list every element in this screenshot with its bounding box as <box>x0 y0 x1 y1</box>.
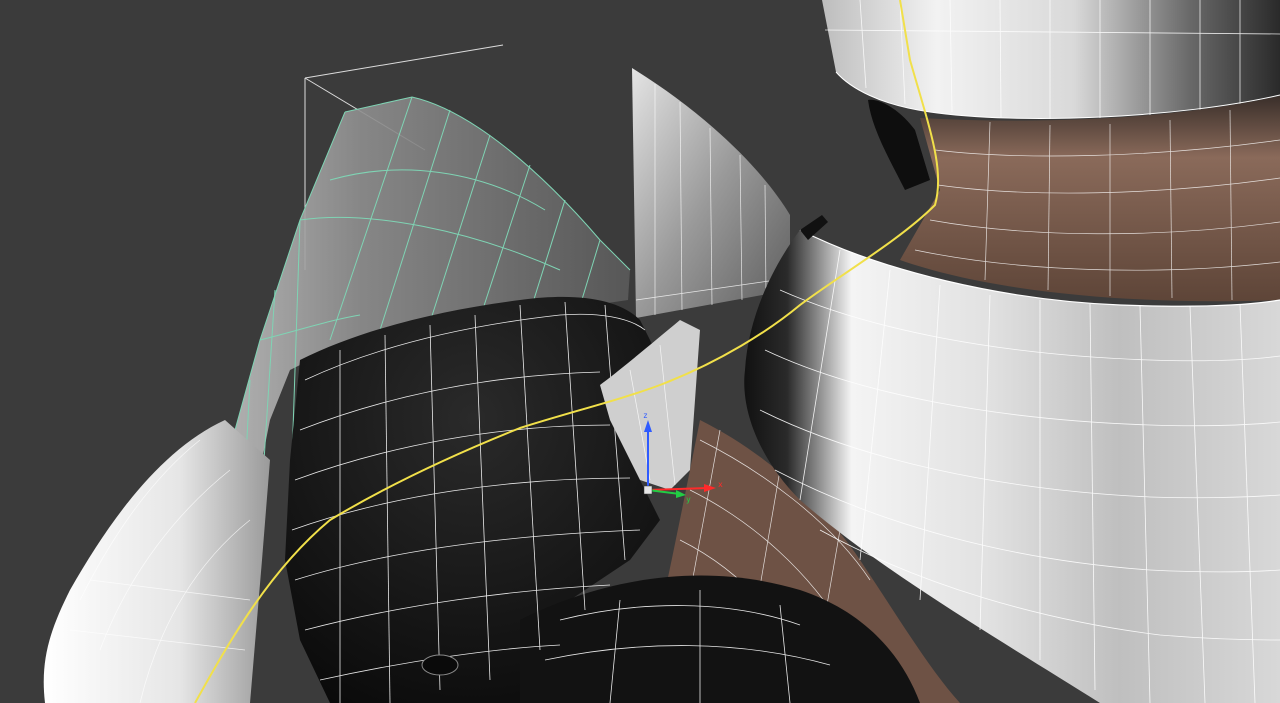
gizmo-label-x: x <box>718 480 723 489</box>
gizmo-label-z: z <box>643 411 648 420</box>
gizmo-center-handle[interactable] <box>643 485 653 495</box>
gizmo-label-y: y <box>686 495 691 504</box>
3d-viewport[interactable]: z x y <box>0 0 1280 703</box>
